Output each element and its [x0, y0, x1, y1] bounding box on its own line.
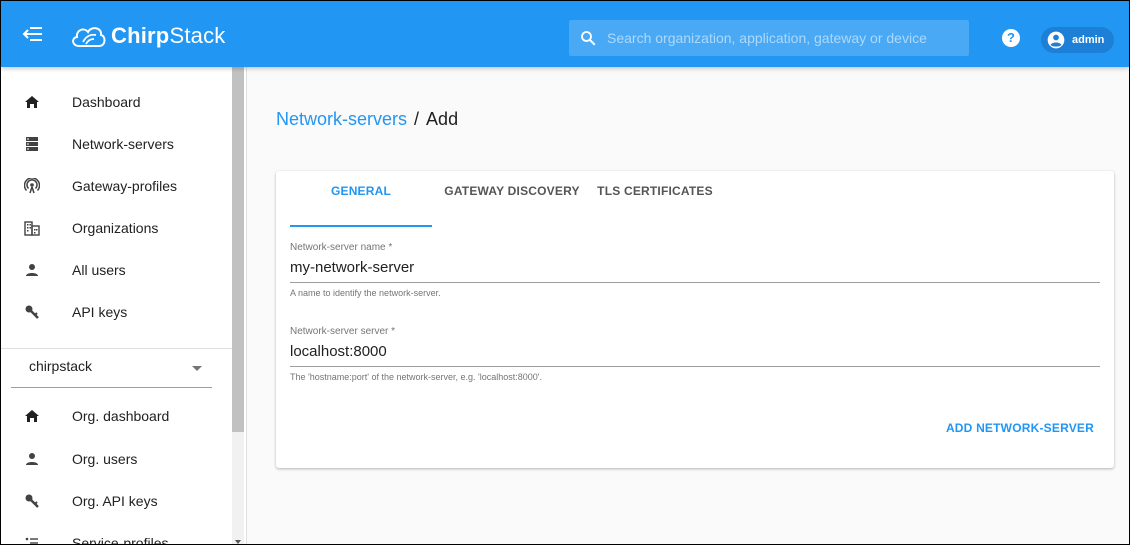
- sidebar-item-all-users[interactable]: All users: [1, 249, 232, 291]
- menu-collapse-icon[interactable]: [21, 23, 45, 45]
- organization-select-value: chirpstack: [29, 358, 93, 374]
- list-icon: [25, 537, 38, 544]
- sidebar-item-label: All users: [72, 262, 126, 278]
- network-server-server-field: Network-server server * The 'hostname:po…: [290, 326, 1100, 382]
- search-input[interactable]: [607, 30, 967, 46]
- building-icon: [24, 221, 40, 236]
- tab-gateway-discovery[interactable]: GATEWAY DISCOVERY: [432, 171, 592, 213]
- sidebar: Dashboard Network-servers Gateway-profil…: [1, 67, 247, 545]
- page-title: Add: [426, 109, 459, 129]
- breadcrumb-separator: /: [414, 109, 420, 129]
- tab-tls-certificates[interactable]: TLS CERTIFICATES: [592, 171, 718, 213]
- search-bar[interactable]: [569, 20, 969, 56]
- field-label: Network-server name *: [290, 242, 393, 253]
- app-window: ChirpStack ? admin Dashboard: [0, 0, 1130, 545]
- person-icon: [26, 453, 38, 465]
- breadcrumb: Network-servers / Add: [276, 109, 458, 130]
- sidebar-item-org-api-keys[interactable]: Org. API keys: [1, 480, 232, 522]
- field-helper-text: A name to identify the network-server.: [290, 288, 441, 298]
- sidebar-item-label: Organizations: [72, 220, 159, 236]
- field-label: Network-server server *: [290, 326, 396, 337]
- network-server-name-field: Network-server name * A name to identify…: [290, 242, 1100, 298]
- active-tab-indicator: [290, 225, 432, 227]
- home-icon: [25, 410, 39, 422]
- sidebar-item-service-profiles[interactable]: Service-profiles: [1, 522, 232, 545]
- scrollbar-thumb[interactable]: [232, 67, 244, 432]
- scroll-down-arrow-icon[interactable]: [235, 540, 241, 544]
- sidebar-item-org-users[interactable]: Org. users: [1, 438, 232, 480]
- field-helper-text: The 'hostname:port' of the network-serve…: [290, 372, 543, 382]
- server-icon: [26, 137, 38, 151]
- sidebar-item-network-servers[interactable]: Network-servers: [1, 123, 232, 165]
- sidebar-item-label: Org. dashboard: [72, 408, 170, 424]
- key-icon: [25, 494, 39, 508]
- sidebar-scrollbar[interactable]: [232, 67, 244, 544]
- top-app-bar: ChirpStack ? admin: [1, 1, 1129, 67]
- cloud-logo-icon: [72, 27, 106, 47]
- chirpstack-logo[interactable]: ChirpStack: [69, 21, 225, 51]
- sidebar-item-label: Service-profiles: [72, 535, 169, 545]
- organization-select[interactable]: chirpstack: [11, 348, 212, 388]
- search-icon: [581, 31, 596, 46]
- account-circle-icon: [1047, 31, 1065, 49]
- sidebar-item-dashboard[interactable]: Dashboard: [1, 81, 232, 123]
- tab-general[interactable]: GENERAL: [290, 171, 432, 213]
- chevron-down-icon: [192, 366, 202, 371]
- breadcrumb-link-network-servers[interactable]: Network-servers: [276, 109, 407, 130]
- sidebar-item-org-dashboard[interactable]: Org. dashboard: [1, 395, 232, 437]
- sidebar-item-label: Dashboard: [72, 94, 141, 110]
- network-server-form-card: GENERAL GATEWAY DISCOVERY TLS CERTIFICAT…: [276, 171, 1114, 468]
- sidebar-item-gateway-profiles[interactable]: Gateway-profiles: [1, 165, 232, 207]
- sidebar-item-label: Network-servers: [72, 136, 174, 152]
- antenna-icon: [24, 178, 40, 194]
- sidebar-item-api-keys[interactable]: API keys: [1, 291, 232, 333]
- user-menu-button[interactable]: admin: [1041, 27, 1114, 53]
- network-server-server-input[interactable]: [290, 341, 1100, 367]
- sidebar-item-label: Org. users: [72, 451, 138, 467]
- sidebar-item-label: Org. API keys: [72, 493, 158, 509]
- sidebar-item-organizations[interactable]: Organizations: [1, 207, 232, 249]
- key-icon: [25, 305, 39, 319]
- sidebar-item-label: API keys: [72, 304, 128, 320]
- network-server-name-input[interactable]: [290, 257, 1100, 283]
- username: admin: [1072, 34, 1105, 46]
- person-icon: [26, 264, 38, 276]
- sidebar-item-label: Gateway-profiles: [72, 178, 178, 194]
- brand-name: ChirpStack: [111, 23, 226, 48]
- help-icon[interactable]: ?: [1002, 29, 1020, 47]
- add-network-server-button[interactable]: ADD NETWORK-SERVER: [946, 421, 1094, 435]
- home-icon: [25, 96, 39, 108]
